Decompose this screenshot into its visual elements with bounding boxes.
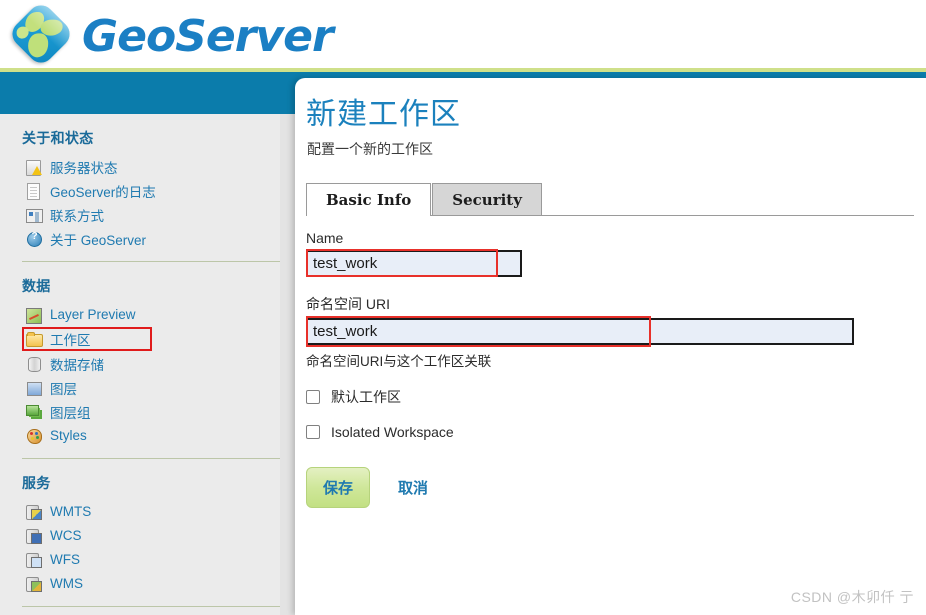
sidebar-item-geoserver-logs[interactable]: GeoServer的日志	[22, 179, 280, 202]
tab-security[interactable]: Security	[432, 183, 542, 215]
sidebar-divider	[22, 606, 280, 607]
form-actions: 保存 取消	[306, 467, 916, 508]
brand-name: GeoServer	[82, 10, 334, 62]
watermark: CSDN @木卯仟 亍	[790, 589, 914, 605]
sidebar-item-server-status[interactable]: 服务器状态	[22, 155, 280, 178]
folder-icon	[26, 331, 43, 347]
service-wmts-icon	[26, 504, 42, 520]
sidebar-item-label: Layer Preview	[50, 307, 136, 322]
name-input[interactable]	[306, 250, 522, 277]
sidebar-item-label: WFS	[50, 552, 80, 567]
sidebar-item-contact[interactable]: 联系方式	[22, 203, 280, 226]
sidebar-item-label: 服务器状态	[50, 160, 118, 176]
isolated-workspace-checkbox[interactable]	[306, 425, 320, 439]
layer-group-icon	[26, 404, 42, 420]
sidebar-section-services: 服务 WMTS WCS WFS WMS	[0, 473, 280, 595]
sidebar-item-styles[interactable]: Styles	[22, 424, 280, 447]
sidebar-section-about: 关于和状态 服务器状态 GeoServer的日志 联系方式 关于 GeoServ…	[0, 128, 280, 250]
sidebar-item-datastores[interactable]: 数据存储	[22, 352, 280, 375]
sidebar-item-layer-preview[interactable]: Layer Preview	[22, 303, 280, 326]
server-status-icon	[26, 159, 42, 176]
page-subtitle: 配置一个新的工作区	[307, 141, 433, 157]
sidebar-item-about-geoserver[interactable]: 关于 GeoServer	[22, 227, 280, 250]
workspace-form: Name 命名空间 URI 命名空间URI与这个工作区关联 默认工作区 Isol…	[306, 230, 916, 508]
isolated-workspace-row[interactable]: Isolated Workspace	[306, 424, 916, 440]
globe-icon	[7, 0, 75, 69]
isolated-workspace-label: Isolated Workspace	[331, 424, 454, 440]
sidebar-divider	[22, 458, 280, 459]
service-wfs-icon	[26, 552, 42, 568]
document-icon	[26, 182, 42, 200]
sidebar-item-label: 关于 GeoServer	[50, 232, 147, 248]
sidebar-item-label: 工作区	[50, 333, 91, 348]
sidebar-heading-services: 服务	[22, 475, 51, 491]
app-header: GeoServer	[0, 0, 926, 72]
page-title: 新建工作区	[306, 98, 461, 131]
service-wcs-icon	[26, 528, 42, 544]
sidebar-item-label: 联系方式	[50, 208, 104, 224]
sidebar-item-label: WCS	[50, 528, 82, 543]
sidebar: 关于和状态 服务器状态 GeoServer的日志 联系方式 关于 GeoServ…	[0, 114, 295, 615]
uri-field-label: 命名空间 URI	[306, 296, 390, 312]
sidebar-heading-about: 关于和状态	[22, 130, 94, 146]
name-field-label: Name	[306, 230, 344, 246]
sidebar-item-label: GeoServer的日志	[50, 184, 156, 200]
datastore-cylinder-icon	[26, 356, 42, 372]
cancel-button[interactable]: 取消	[398, 477, 428, 498]
sidebar-item-label: 数据存储	[50, 357, 104, 373]
save-button[interactable]: 保存	[306, 467, 370, 508]
sidebar-item-wmts[interactable]: WMTS	[22, 500, 280, 523]
sidebar-item-label: WMS	[50, 576, 83, 591]
map-preview-icon	[26, 307, 42, 324]
sidebar-item-layer-groups[interactable]: 图层组	[22, 400, 280, 423]
contact-card-icon	[26, 207, 43, 223]
service-wms-icon	[26, 576, 42, 592]
uri-hint-text: 命名空间URI与这个工作区关联	[306, 354, 492, 369]
sidebar-item-wcs[interactable]: WCS	[22, 524, 280, 547]
sidebar-item-wms[interactable]: WMS	[22, 572, 280, 595]
sidebar-divider	[22, 261, 280, 262]
palette-icon	[26, 428, 42, 444]
sidebar-item-wfs[interactable]: WFS	[22, 548, 280, 571]
default-workspace-row[interactable]: 默认工作区	[306, 387, 916, 407]
sidebar-item-workspaces[interactable]: 工作区	[22, 327, 152, 351]
namespace-uri-input[interactable]	[306, 318, 854, 345]
tab-bar: Basic Info Security	[306, 182, 914, 216]
sidebar-item-label: 图层组	[50, 405, 91, 421]
content-panel: 新建工作区 配置一个新的工作区 Basic Info Security Name…	[295, 78, 926, 615]
sidebar-item-label: Styles	[50, 428, 87, 443]
brand-logo[interactable]: GeoServer	[7, 0, 334, 72]
sidebar-heading-data: 数据	[22, 278, 51, 294]
default-workspace-checkbox[interactable]	[306, 390, 320, 404]
default-workspace-label: 默认工作区	[331, 389, 401, 405]
sidebar-section-data: 数据 Layer Preview 工作区 数据存储 图层 图层组 Styles	[0, 276, 280, 447]
tab-basic-info[interactable]: Basic Info	[306, 183, 432, 216]
layer-square-icon	[26, 380, 42, 396]
sidebar-item-label: WMTS	[50, 504, 92, 519]
sidebar-item-label: 图层	[50, 381, 77, 397]
sidebar-item-layers[interactable]: 图层	[22, 376, 280, 399]
help-circle-icon	[26, 231, 42, 247]
uri-input-row	[306, 316, 916, 347]
name-input-row	[306, 249, 916, 277]
